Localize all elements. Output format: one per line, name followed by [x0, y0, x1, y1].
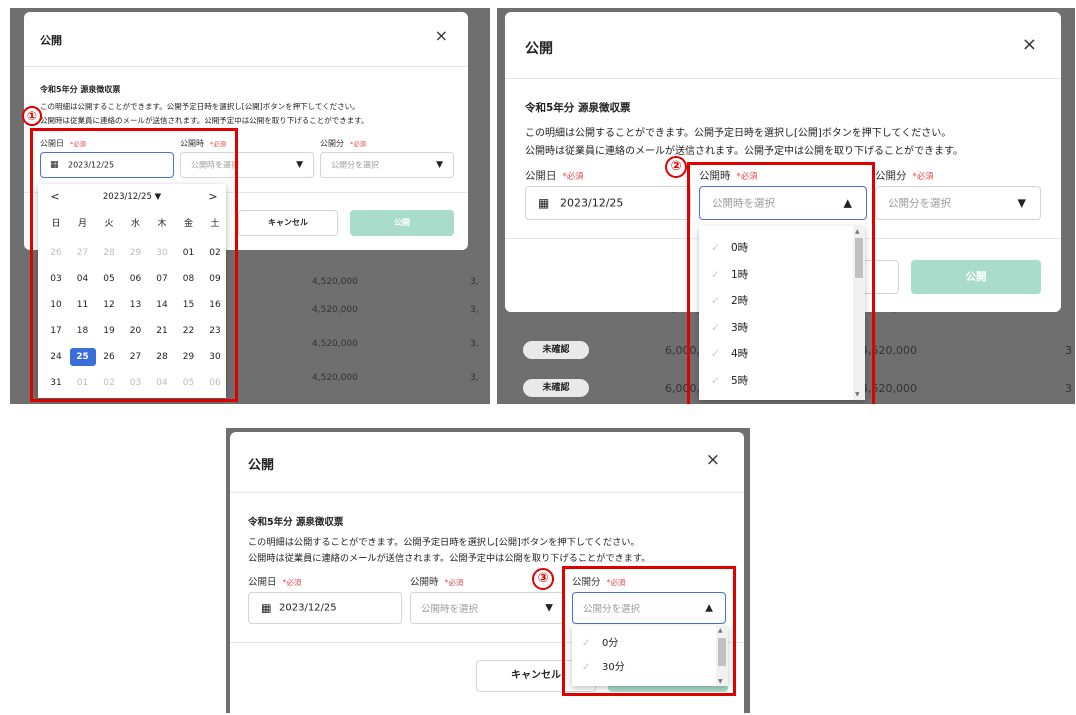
close-icon[interactable]: × [1022, 34, 1037, 55]
divider [230, 492, 744, 493]
hour-select[interactable]: 公開時を選択 ▼ [410, 592, 564, 624]
marker-1: ① [22, 106, 42, 126]
minute-label: 公開分 *必須 [875, 170, 934, 182]
caret-down-icon: ▼ [545, 602, 553, 614]
modal-title: 公開 [40, 34, 62, 47]
minute-label: 公開分 *必須 [320, 139, 366, 148]
cancel-button[interactable]: キャンセル [238, 210, 338, 236]
publish-button[interactable]: 公開 [350, 210, 454, 236]
description-line-1: この明細は公開することができます。公開予定日時を選択し[公開]ボタンを押下してく… [525, 128, 952, 139]
divider [505, 78, 1061, 79]
close-icon[interactable]: × [435, 26, 448, 45]
minute-select[interactable]: 公開分を選択 ▼ [320, 152, 454, 178]
date-field[interactable]: ▦ 2023/12/25 [248, 592, 402, 624]
statement-title: 令和5年分 源泉徴収票 [40, 85, 121, 94]
description-line-2: 公開時は従業員に連絡のメールが送信されます。公開予定中は公開を取り下げることがで… [40, 116, 369, 125]
publish-button[interactable]: 公開 [911, 260, 1041, 294]
modal-title: 公開 [525, 41, 553, 57]
calendar-icon: ▦ [538, 196, 550, 210]
caret-down-icon: ▼ [296, 160, 303, 170]
date-field[interactable]: ▦ 2023/12/25 [525, 186, 691, 220]
highlight-box-2 [687, 162, 875, 404]
calendar-icon: ▦ [261, 601, 272, 615]
date-label: 公開日 *必須 [525, 170, 584, 182]
divider [24, 66, 468, 67]
close-icon[interactable]: × [706, 450, 720, 470]
description-line-2: 公開時は従業員に連絡のメールが送信されます。公開予定中は公開を取り下げることがで… [525, 146, 963, 157]
date-label: 公開日 *必須 [248, 577, 302, 588]
marker-3: ③ [532, 568, 554, 590]
modal-title: 公開 [248, 458, 275, 473]
screenshot-panel-3: 公開 × 令和5年分 源泉徴収票 この明細は公開することができます。公開予定日時… [226, 428, 750, 713]
description-line-1: この明細は公開することができます。公開予定日時を選択し[公開]ボタンを押下してく… [248, 537, 640, 548]
description-line-1: この明細は公開することができます。公開予定日時を選択し[公開]ボタンを押下してく… [40, 102, 360, 111]
marker-2: ② [665, 156, 687, 178]
minute-select[interactable]: 公開分を選択 ▼ [875, 186, 1041, 220]
highlight-box-3 [562, 566, 736, 696]
description-line-2: 公開時は従業員に連絡のメールが送信されます。公開予定中は公開を取り下げることがで… [248, 553, 651, 564]
statement-title: 令和5年分 源泉徴収票 [248, 517, 344, 528]
screenshot-panel-1: 4,520,000 3, 4,520,000 3, 4,520,000 3, 4… [10, 8, 490, 404]
screenshot-panel-2: 未確認 6,000,000 4,520,000 3 未確認 6,000,000 … [497, 8, 1075, 404]
highlight-box-1 [30, 128, 238, 402]
hour-label: 公開時 *必須 [410, 577, 464, 588]
statement-title: 令和5年分 源泉徴収票 [525, 102, 631, 114]
caret-down-icon: ▼ [1017, 196, 1026, 210]
caret-down-icon: ▼ [436, 160, 443, 170]
